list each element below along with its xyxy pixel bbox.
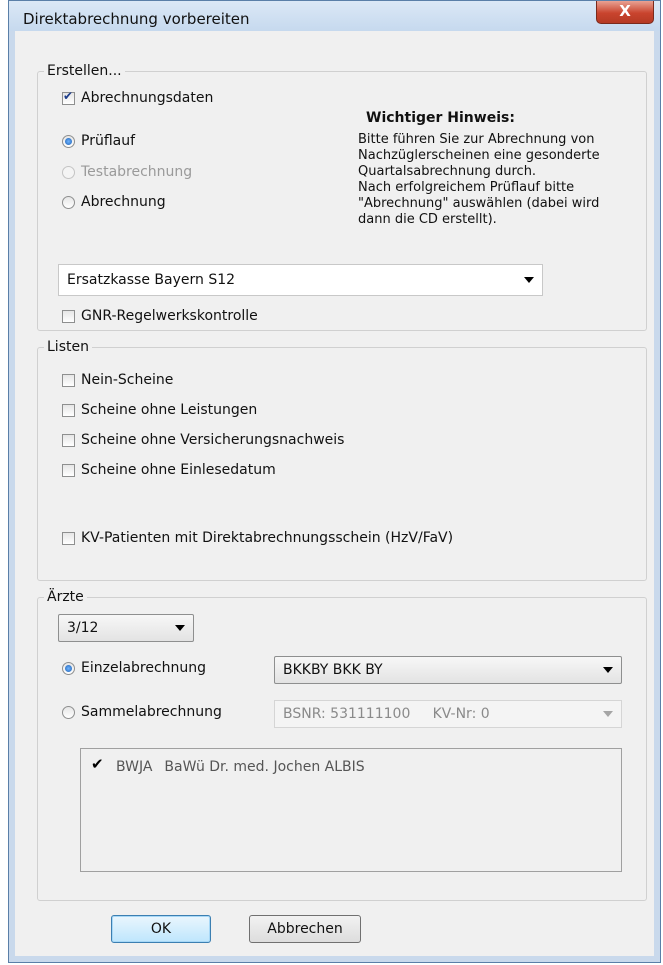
dialog-window: Direktabrechnung vorbereiten X Erstellen… xyxy=(8,0,661,963)
abrechnungsdaten-checkbox[interactable]: Abrechnungsdaten xyxy=(62,89,214,106)
radio-abrechnung[interactable]: Abrechnung xyxy=(62,194,166,210)
checkbox-box[interactable] xyxy=(62,309,75,323)
chevron-down-icon[interactable] xyxy=(175,625,185,631)
ohne-versicherungsnachweis-label: Scheine ohne Versicherungsnachweis xyxy=(81,432,345,448)
radio-sammelabrechnung[interactable]: Sammelabrechnung xyxy=(62,704,222,720)
einzelabrechnung-label: Einzelabrechnung xyxy=(81,660,207,676)
abrechnung-label: Abrechnung xyxy=(81,194,166,210)
radio-button[interactable] xyxy=(62,195,75,209)
radio-einzelabrechnung[interactable]: Einzelabrechnung xyxy=(62,660,206,676)
doctor-code: BWJA xyxy=(116,759,153,775)
listen-group: Listen Nein-Scheine Scheine ohne Leistun… xyxy=(37,339,647,581)
close-button[interactable]: X xyxy=(596,1,654,24)
listen-legend: Listen xyxy=(44,339,92,355)
cancel-button[interactable]: Abbrechen xyxy=(249,915,361,943)
testabrechnung-label: Testabrechnung xyxy=(81,164,193,180)
kasse-select[interactable]: Ersatzkasse Bayern S12 xyxy=(58,264,543,296)
kv-patienten-label: KV-Patienten mit Direktabrechnungsschein… xyxy=(81,530,454,546)
einzel-kasse-select-value: BKKBY BKK BY xyxy=(283,662,383,678)
gnr-checkbox[interactable]: GNR-Regelwerkskontrolle xyxy=(62,308,258,324)
aerzte-legend: Ärzte xyxy=(44,589,87,605)
erstellen-group: Erstellen... Abrechnungsdaten Prüflauf T… xyxy=(37,63,647,331)
list-item[interactable]: Nein-Scheine xyxy=(62,372,173,388)
bsnr-select[interactable]: BSNR: 531111100 KV-Nr: 0 xyxy=(274,700,622,728)
checkbox-box[interactable] xyxy=(62,433,75,447)
quartal-select[interactable]: 3/12 xyxy=(58,614,194,642)
prueflauf-label: Prüflauf xyxy=(81,133,136,149)
ohne-leistungen-label: Scheine ohne Leistungen xyxy=(81,402,258,418)
ok-button[interactable]: OK xyxy=(111,915,211,943)
chevron-down-icon[interactable] xyxy=(603,667,613,673)
chevron-down-icon[interactable] xyxy=(524,277,534,283)
doctor-name: BaWü Dr. med. Jochen ALBIS xyxy=(164,759,365,775)
doctor-listbox[interactable]: BWJA BaWü Dr. med. Jochen ALBIS xyxy=(80,748,622,872)
radio-button[interactable] xyxy=(62,134,75,148)
hint-box: Wichtiger Hinweis: Bitte führen Sie zur … xyxy=(358,110,643,228)
check-icon[interactable] xyxy=(91,755,104,774)
checkbox-box[interactable] xyxy=(62,531,75,545)
nein-scheine-label: Nein-Scheine xyxy=(81,372,174,388)
erstellen-legend: Erstellen... xyxy=(44,63,125,79)
gnr-label: GNR-Regelwerkskontrolle xyxy=(81,308,258,324)
quartal-select-value: 3/12 xyxy=(67,620,99,636)
hint-line: Quartalsabrechnung durch. xyxy=(358,164,537,179)
checkbox-box[interactable] xyxy=(62,403,75,417)
list-item[interactable]: Scheine ohne Einlesedatum xyxy=(62,462,276,478)
radio-testabrechnung[interactable]: Testabrechnung xyxy=(62,164,192,180)
kv-patienten-checkbox[interactable]: KV-Patienten mit Direktabrechnungsschein… xyxy=(62,530,453,546)
abrechnungsdaten-label: Abrechnungsdaten xyxy=(81,90,214,106)
hint-line: "Abrechnung" auswählen (dabei wird xyxy=(358,196,600,211)
close-icon: X xyxy=(619,2,631,20)
chevron-down-icon[interactable] xyxy=(603,711,613,717)
checkbox-box[interactable] xyxy=(62,89,75,105)
title-bar[interactable]: Direktabrechnung vorbereiten X xyxy=(9,1,660,31)
hint-line: dann die CD erstellt). xyxy=(358,212,497,227)
ohne-einlesedatum-label: Scheine ohne Einlesedatum xyxy=(81,462,276,478)
kasse-select-value: Ersatzkasse Bayern S12 xyxy=(67,272,236,288)
einzel-kasse-select[interactable]: BKKBY BKK BY xyxy=(274,656,622,684)
dialog-client: Erstellen... Abrechnungsdaten Prüflauf T… xyxy=(15,31,654,956)
aerzte-group: Ärzte 3/12 Einzelabrechnung BKKBY BKK BY… xyxy=(37,589,647,901)
hint-line: Nach erfolgreichem Prüflauf bitte xyxy=(358,180,575,195)
radio-button[interactable] xyxy=(62,165,75,179)
radio-prueflauf[interactable]: Prüflauf xyxy=(62,133,135,149)
radio-button[interactable] xyxy=(62,661,75,675)
hint-line: Bitte führen Sie zur Abrechnung von xyxy=(358,132,595,147)
list-item[interactable]: Scheine ohne Versicherungsnachweis xyxy=(62,432,344,448)
checkbox-box[interactable] xyxy=(62,373,75,387)
window-title: Direktabrechnung vorbereiten xyxy=(23,10,250,28)
bsnr-select-value: BSNR: 531111100 KV-Nr: 0 xyxy=(283,706,490,722)
hint-title: Wichtiger Hinweis: xyxy=(366,110,515,126)
list-item[interactable]: BWJA BaWü Dr. med. Jochen ALBIS xyxy=(91,755,365,776)
sammelabrechnung-label: Sammelabrechnung xyxy=(81,704,222,720)
list-item[interactable]: Scheine ohne Leistungen xyxy=(62,402,257,418)
hint-line: Nachzüglerscheinen eine gesonderte xyxy=(358,148,600,163)
radio-button[interactable] xyxy=(62,705,75,719)
checkbox-box[interactable] xyxy=(62,463,75,477)
